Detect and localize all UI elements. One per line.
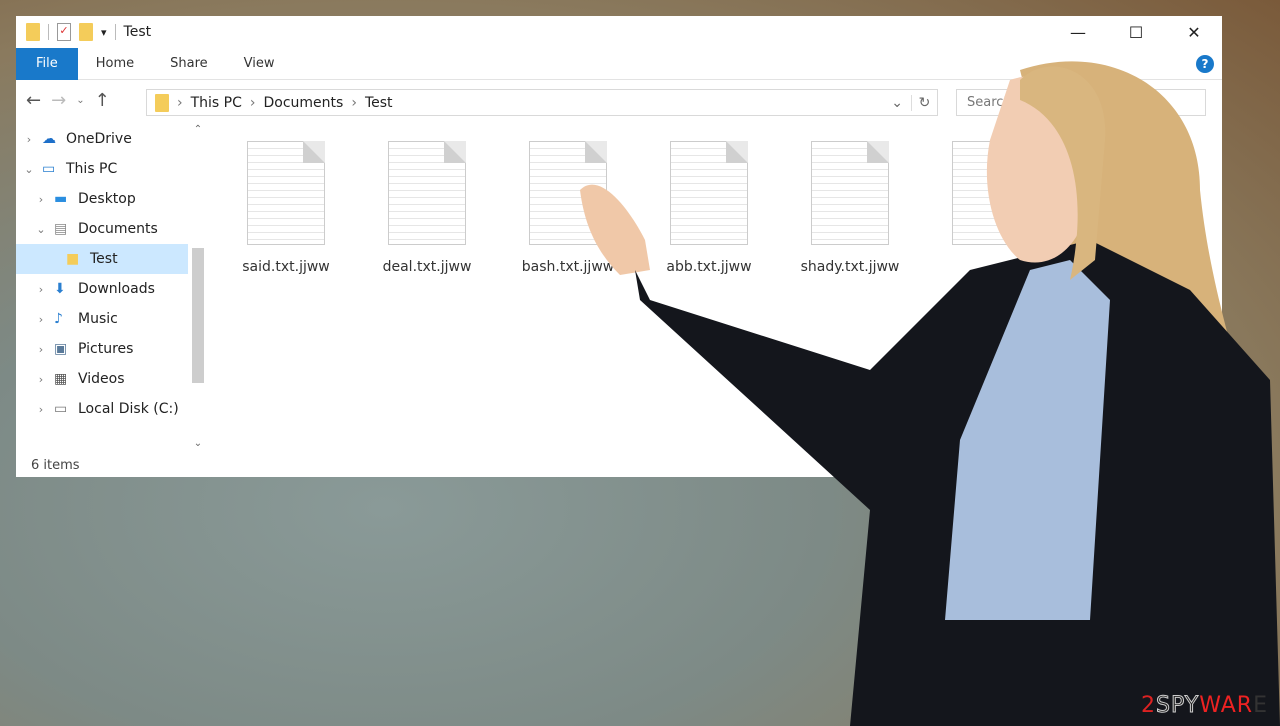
- sidebar-item-label: Desktop: [78, 191, 136, 207]
- sidebar-item-label: This PC: [66, 161, 118, 177]
- folder-icon: ■: [66, 251, 80, 267]
- pictures-icon: ▣: [54, 341, 68, 357]
- tab-share[interactable]: Share: [152, 48, 226, 80]
- recent-chevron-icon[interactable]: ⌄: [76, 95, 84, 106]
- text-file-icon: [388, 141, 466, 245]
- status-item-count: 6 items: [31, 458, 80, 473]
- navigation-pane: › ☁ OneDrive ⌄ ▭ This PC › ▬ Desktop ⌄ ▤ Documents ■…: [16, 124, 188, 449]
- videos-icon: ▦: [54, 371, 68, 387]
- divider: [48, 24, 49, 40]
- up-arrow-icon[interactable]: ↑: [95, 90, 110, 111]
- nav-scrollbar[interactable]: ⌃ ⌄: [188, 124, 208, 449]
- customize-toolbar-icon[interactable]: ▾: [101, 26, 107, 39]
- scrollbar-thumb[interactable]: [192, 248, 204, 383]
- folder-icon[interactable]: [26, 23, 40, 41]
- disk-icon: ▭: [54, 401, 68, 417]
- expand-chevron-icon[interactable]: ›: [34, 283, 48, 296]
- expand-chevron-icon[interactable]: ›: [22, 133, 36, 146]
- window-title: Test: [123, 24, 152, 40]
- scroll-down-icon[interactable]: ⌄: [188, 438, 208, 449]
- sidebar-item-label: OneDrive: [66, 131, 132, 147]
- sidebar-item-this-pc[interactable]: ⌄ ▭ This PC: [16, 154, 188, 184]
- sidebar-item-pictures[interactable]: › ▣ Pictures: [16, 334, 188, 364]
- tab-file[interactable]: File: [16, 47, 78, 80]
- sidebar-item-local-disk-c-[interactable]: › ▭ Local Disk (C:): [16, 394, 188, 424]
- expand-chevron-icon[interactable]: ›: [34, 193, 48, 206]
- sidebar-item-test[interactable]: ■ Test: [16, 244, 188, 274]
- scroll-up-icon[interactable]: ⌃: [188, 124, 208, 135]
- sidebar-item-desktop[interactable]: › ▬ Desktop: [16, 184, 188, 214]
- file-item[interactable]: deal.txt.jjww: [362, 141, 492, 275]
- sidebar-item-documents[interactable]: ⌄ ▤ Documents: [16, 214, 188, 244]
- sidebar-item-label: Local Disk (C:): [78, 401, 179, 417]
- tab-home[interactable]: Home: [78, 48, 152, 80]
- sidebar-item-label: Downloads: [78, 281, 155, 297]
- expand-chevron-icon[interactable]: ›: [34, 343, 48, 356]
- divider: [114, 24, 116, 40]
- breadcrumb-separator-icon: ›: [249, 94, 256, 111]
- properties-icon[interactable]: ✓: [57, 23, 71, 41]
- expand-chevron-icon[interactable]: ›: [34, 403, 48, 416]
- sidebar-item-label: Videos: [78, 371, 125, 387]
- sidebar-item-label: Pictures: [78, 341, 134, 357]
- expand-chevron-icon[interactable]: ⌄: [34, 223, 48, 236]
- sidebar-item-downloads[interactable]: › ⬇ Downloads: [16, 274, 188, 304]
- expand-chevron-icon[interactable]: ⌄: [22, 163, 36, 176]
- sidebar-item-videos[interactable]: › ▦ Videos: [16, 364, 188, 394]
- 2spyware-watermark-logo: 2SPYWARE: [1141, 693, 1268, 719]
- sidebar-item-onedrive[interactable]: › ☁ OneDrive: [16, 124, 188, 154]
- sidebar-item-music[interactable]: › ♪ Music: [16, 304, 188, 334]
- folder-icon: [155, 93, 169, 112]
- documents-icon: ▤: [54, 221, 68, 237]
- sidebar-item-label: Music: [78, 311, 118, 327]
- breadcrumb-separator-icon: ›: [177, 94, 183, 111]
- file-name: deal.txt.jjww: [382, 259, 472, 275]
- music-icon: ♪: [54, 311, 63, 327]
- breadcrumb-documents[interactable]: Documents: [264, 95, 344, 111]
- sidebar-item-label: Test: [90, 251, 118, 267]
- woman-pointing-photo: [580, 61, 1280, 726]
- cloud-icon: ☁: [42, 131, 56, 147]
- breadcrumb-separator-icon: ›: [351, 94, 357, 111]
- forward-arrow-icon[interactable]: →: [51, 90, 66, 111]
- desktop-icon: ▬: [54, 191, 68, 207]
- back-arrow-icon[interactable]: ←: [26, 90, 41, 111]
- file-item[interactable]: said.txt.jjww: [221, 141, 351, 275]
- expand-chevron-icon[interactable]: ›: [34, 313, 48, 326]
- new-folder-icon[interactable]: [79, 23, 93, 41]
- sidebar-item-label: Documents: [78, 221, 158, 237]
- expand-chevron-icon[interactable]: ›: [34, 373, 48, 386]
- file-name: said.txt.jjww: [242, 259, 330, 275]
- text-file-icon: [247, 141, 325, 245]
- tab-view[interactable]: View: [226, 48, 293, 80]
- computer-icon: ▭: [42, 161, 56, 177]
- breadcrumb-this-pc[interactable]: This PC: [191, 95, 242, 111]
- breadcrumb-test[interactable]: Test: [365, 95, 393, 111]
- download-icon: ⬇: [54, 281, 66, 297]
